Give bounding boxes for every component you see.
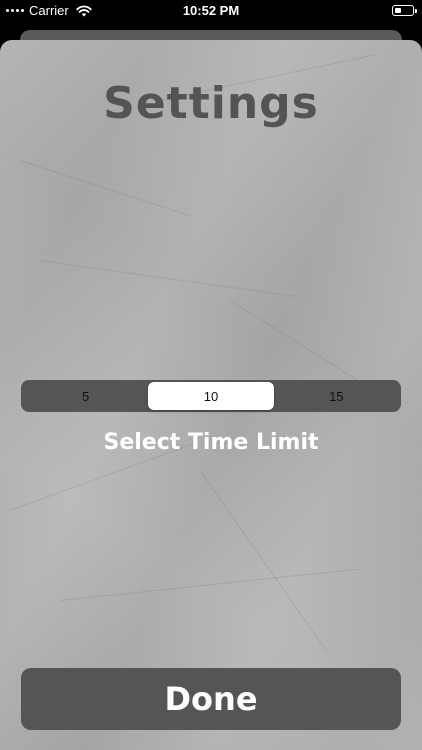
- done-button[interactable]: Done: [21, 668, 401, 730]
- page-title: Settings: [103, 78, 319, 129]
- time-limit-segmented-control[interactable]: 5 10 15: [21, 380, 401, 412]
- status-time: 10:52 PM: [182, 3, 240, 18]
- battery-icon: [392, 5, 417, 16]
- status-bar: Carrier 10:52 PM: [0, 0, 422, 22]
- segment-15[interactable]: 15: [274, 382, 399, 410]
- segment-5[interactable]: 5: [23, 382, 148, 410]
- time-limit-label: Select Time Limit: [103, 430, 319, 455]
- segment-10[interactable]: 10: [148, 382, 274, 410]
- screen: Carrier 10:52 PM Settings 5 10 15 Select…: [0, 0, 422, 750]
- settings-sheet: Settings 5 10 15 Select Time Limit Done: [0, 40, 422, 750]
